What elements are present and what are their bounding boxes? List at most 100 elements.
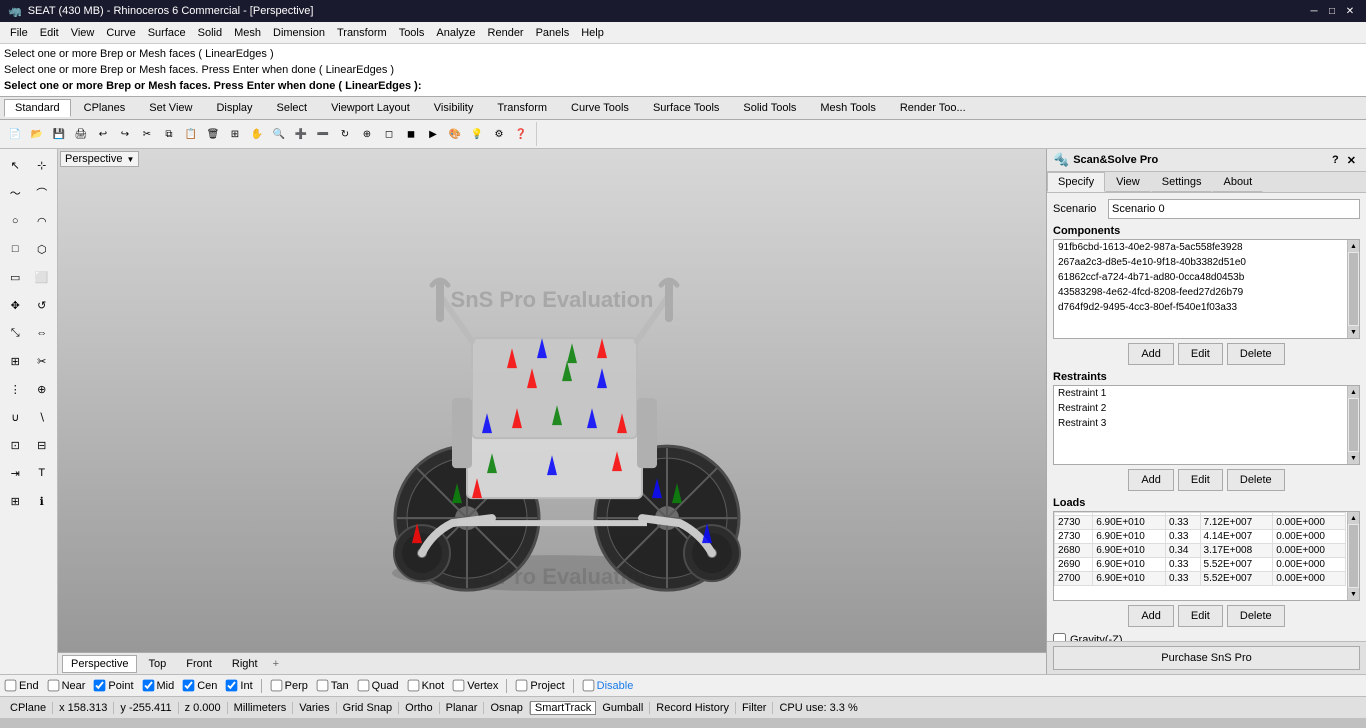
restraints-scrollbar[interactable]: ▲ ▼ — [1347, 386, 1359, 464]
sns-tab-view[interactable]: View — [1105, 172, 1151, 192]
tb-help[interactable]: ❓ — [510, 123, 532, 145]
status-grid-snap[interactable]: Grid Snap — [337, 702, 400, 714]
tb-new[interactable]: 📄 — [4, 123, 26, 145]
menu-surface[interactable]: Surface — [142, 25, 192, 41]
components-add-btn[interactable]: Add — [1128, 343, 1174, 365]
loads-scrollbar[interactable]: ▲ ▼ — [1347, 512, 1359, 600]
tb-print[interactable]: 🖨 — [70, 123, 92, 145]
tab-select[interactable]: Select — [266, 99, 319, 117]
viewport-tab-perspective[interactable]: Perspective — [62, 655, 137, 673]
status-filter[interactable]: Filter — [736, 702, 773, 714]
snap-tan-checkbox[interactable] — [317, 680, 329, 692]
lt-extrude[interactable]: ⬜ — [30, 264, 55, 290]
components-scrollbar[interactable]: ▲ ▼ — [1347, 240, 1359, 338]
status-planar[interactable]: Planar — [440, 702, 485, 714]
sns-close-btn[interactable]: ✕ — [1343, 154, 1360, 167]
viewport-tab-top[interactable]: Top — [139, 655, 175, 673]
lt-rect[interactable]: □ — [3, 236, 28, 262]
loads-add-btn[interactable]: Add — [1128, 605, 1174, 627]
snap-disable-checkbox[interactable] — [582, 680, 594, 692]
tb-shade[interactable]: ◼ — [400, 123, 422, 145]
table-row[interactable]: 26806.90E+0100.343.17E+0080.00E+000 — [1055, 544, 1346, 558]
scroll-down-btn[interactable]: ▼ — [1348, 452, 1359, 464]
restraints-delete-btn[interactable]: Delete — [1227, 469, 1285, 491]
lt-boolean-union[interactable]: ∪ — [3, 404, 28, 430]
snap-near-checkbox[interactable] — [47, 680, 59, 692]
sns-tab-settings[interactable]: Settings — [1151, 172, 1213, 192]
tb-zoom-in[interactable]: ➕ — [290, 123, 312, 145]
purchase-btn[interactable]: Purchase SnS Pro — [1053, 646, 1360, 670]
menu-transform[interactable]: Transform — [331, 25, 393, 41]
lt-polyline[interactable]: ⌒ — [30, 180, 55, 206]
snap-vertex-checkbox[interactable] — [453, 680, 465, 692]
snap-project-checkbox[interactable] — [516, 680, 528, 692]
tab-render-tools[interactable]: Render Too... — [889, 99, 977, 117]
tb-rotate[interactable]: ↻ — [334, 123, 356, 145]
restraint-item-1[interactable]: Restraint 1 — [1054, 386, 1346, 401]
status-gumball[interactable]: Gumball — [596, 702, 650, 714]
snap-end-checkbox[interactable] — [5, 680, 17, 692]
lt-curve[interactable]: 〜 — [3, 180, 28, 206]
snap-mid-checkbox[interactable] — [142, 680, 154, 692]
menu-panels[interactable]: Panels — [530, 25, 576, 41]
snap-quad-checkbox[interactable] — [357, 680, 369, 692]
table-row[interactable]: 27306.90E+0100.334.14E+0070.00E+000 — [1055, 530, 1346, 544]
list-item[interactable]: 267aa2c3-d8e5-4e10-9f18-40b3382d51e0 — [1054, 255, 1346, 270]
tb-paste[interactable]: 📋 — [180, 123, 202, 145]
status-osnap[interactable]: Osnap — [484, 702, 529, 714]
tab-display[interactable]: Display — [205, 99, 263, 117]
scroll-down-btn[interactable]: ▼ — [1348, 588, 1359, 600]
tab-surface-tools[interactable]: Surface Tools — [642, 99, 730, 117]
restraint-item-3[interactable]: Restraint 3 — [1054, 416, 1346, 431]
tb-zoom-out[interactable]: ➖ — [312, 123, 334, 145]
scroll-up-btn[interactable]: ▲ — [1348, 512, 1359, 524]
tab-mesh-tools[interactable]: Mesh Tools — [809, 99, 886, 117]
scroll-up-btn[interactable]: ▲ — [1348, 386, 1359, 398]
restraints-edit-btn[interactable]: Edit — [1178, 469, 1223, 491]
lt-layer[interactable]: ⊞ — [3, 488, 28, 514]
viewport[interactable]: Perspective ▼ SnS Pro Evaluation SnS Pro… — [58, 149, 1046, 652]
lt-ungroup[interactable]: ⊟ — [30, 432, 55, 458]
components-delete-btn[interactable]: Delete — [1227, 343, 1285, 365]
lt-select[interactable]: ↖ — [3, 152, 28, 178]
tb-settings[interactable]: ⚙ — [488, 123, 510, 145]
status-record-history[interactable]: Record History — [650, 702, 736, 714]
tb-pan[interactable]: ✋ — [246, 123, 268, 145]
tab-cplanes[interactable]: CPlanes — [73, 99, 137, 117]
tb-open[interactable]: 📂 — [26, 123, 48, 145]
tb-select-all[interactable]: ⊞ — [224, 123, 246, 145]
tb-save[interactable]: 💾 — [48, 123, 70, 145]
lt-offset[interactable]: ⊞ — [3, 348, 28, 374]
tb-zoom-ext[interactable]: 🔍 — [268, 123, 290, 145]
tab-solid-tools[interactable]: Solid Tools — [732, 99, 807, 117]
list-item[interactable]: 91fb6cbd-1613-40e2-987a-5ac558fe3928 — [1054, 240, 1346, 255]
scroll-up-btn[interactable]: ▲ — [1348, 240, 1359, 252]
menu-curve[interactable]: Curve — [100, 25, 141, 41]
lt-boolean-diff[interactable]: ∖ — [30, 404, 55, 430]
gravity-checkbox[interactable] — [1053, 633, 1066, 641]
tb-materials[interactable]: 🎨 — [444, 123, 466, 145]
list-item[interactable]: 43583298-4e62-4fcd-8208-feed27d26b79 — [1054, 285, 1346, 300]
lt-split[interactable]: ⋮ — [3, 376, 28, 402]
lt-move[interactable]: ✥ — [3, 292, 28, 318]
snap-cen-checkbox[interactable] — [183, 680, 195, 692]
snap-int-checkbox[interactable] — [226, 680, 238, 692]
menu-view[interactable]: View — [65, 25, 101, 41]
tb-cut[interactable]: ✂ — [136, 123, 158, 145]
menu-mesh[interactable]: Mesh — [228, 25, 267, 41]
menu-solid[interactable]: Solid — [192, 25, 228, 41]
cmd-line-3[interactable]: Select one or more Brep or Mesh faces. P… — [4, 78, 1362, 94]
loads-delete-btn[interactable]: Delete — [1227, 605, 1285, 627]
snap-perp-checkbox[interactable] — [270, 680, 282, 692]
lt-point-select[interactable]: ⊹ — [30, 152, 55, 178]
status-smart-track[interactable]: SmartTrack — [530, 701, 596, 715]
lt-mirror[interactable]: ⇔ — [30, 320, 55, 346]
lt-trim[interactable]: ✂ — [30, 348, 55, 374]
loads-edit-btn[interactable]: Edit — [1178, 605, 1223, 627]
components-edit-btn[interactable]: Edit — [1178, 343, 1223, 365]
menu-edit[interactable]: Edit — [34, 25, 65, 41]
menu-help[interactable]: Help — [575, 25, 610, 41]
close-btn[interactable]: ✕ — [1342, 3, 1358, 19]
lt-arc[interactable]: ◠ — [30, 208, 55, 234]
tb-wire[interactable]: ◻ — [378, 123, 400, 145]
